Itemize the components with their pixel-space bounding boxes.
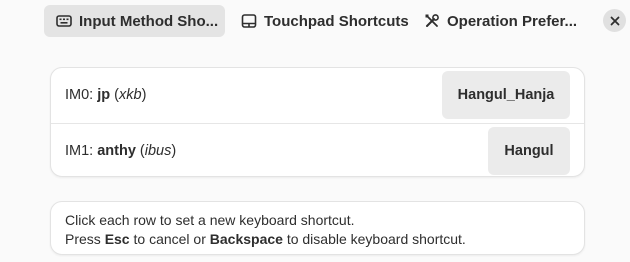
list-row-im1[interactable]: IM1: anthy (ibus) Hangul (51, 123, 584, 177)
tab-label: Input Method Sho... (79, 12, 219, 30)
info-line-1: Click each row to set a new keyboard sho… (65, 212, 355, 228)
shortcut-button[interactable]: Hangul (488, 127, 570, 175)
tab-input-method-shortcuts[interactable]: Input Method Sho... (44, 5, 225, 37)
touchpad-icon (241, 14, 257, 28)
row-label: IM0: jp (xkb) (65, 87, 147, 103)
info-line-2: Press Esc to cancel or Backspace to disa… (65, 231, 466, 247)
tab-operation-preferences[interactable]: Operation Prefer... (412, 5, 588, 37)
close-button[interactable] (603, 9, 626, 32)
tab-label: Operation Prefer... (447, 12, 578, 30)
keyboard-icon (56, 15, 72, 27)
list-row-im0[interactable]: IM0: jp (xkb) Hangul_Hanja (51, 68, 584, 122)
header-bar: Input Method Sho... Touchpad Shortcuts O… (0, 0, 630, 42)
row-label: IM1: anthy (ibus) (65, 142, 177, 159)
tools-icon (425, 14, 439, 27)
tab-touchpad-shortcuts[interactable]: Touchpad Shortcuts (229, 5, 409, 37)
shortcut-list: IM0: jp (xkb) Hangul_Hanja IM1: anthy (i… (50, 67, 585, 177)
info-box: Click each row to set a new keyboard sho… (50, 201, 585, 255)
close-icon (610, 16, 619, 25)
shortcut-button[interactable]: Hangul_Hanja (442, 71, 570, 119)
tab-label: Touchpad Shortcuts (264, 12, 409, 30)
